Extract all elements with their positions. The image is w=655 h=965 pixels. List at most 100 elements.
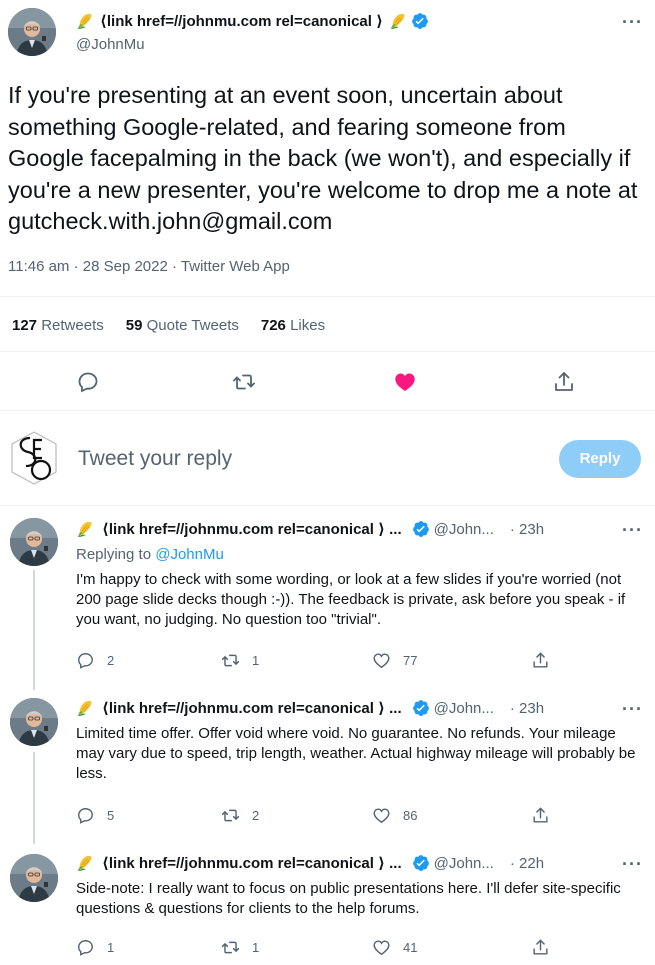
quotes-label: Quote Tweets [146, 317, 239, 334]
author-avatar[interactable] [10, 518, 58, 566]
reply-action-bar: 1 1 41 [76, 938, 556, 958]
author-name-row[interactable]: ⟨link href=//johnmu.com rel=canonical ⟩ … [76, 699, 544, 717]
more-icon[interactable]: ··· [622, 855, 642, 878]
author-display-name[interactable]: ⟨link href=//johnmu.com rel=canonical ⟩ … [102, 520, 402, 538]
share-icon [531, 651, 550, 670]
replying-prefix: Replying to [76, 546, 152, 563]
reply-icon[interactable] [76, 370, 100, 394]
tweet-time[interactable]: · 23h [510, 521, 544, 538]
tweet-action-bar [0, 370, 655, 394]
share-icon [531, 806, 550, 825]
more-icon[interactable]: ··· [622, 700, 642, 723]
retweets-count: 127 [12, 317, 38, 334]
author-handle[interactable]: @John... [434, 521, 494, 538]
retweet-icon [221, 938, 240, 957]
divider [0, 296, 655, 297]
like-icon [372, 806, 391, 825]
retweet-count: 1 [252, 653, 260, 668]
tweet-text: If you're presenting at an event soon, u… [8, 82, 638, 234]
quotes-stat[interactable]: 59 Quote Tweets [126, 317, 239, 334]
replying-handle-link[interactable]: @JohnMu [155, 546, 224, 563]
reply-count: 2 [107, 653, 115, 668]
reply-action-bar: 5 2 86 [76, 806, 556, 826]
verified-badge-icon [412, 699, 430, 717]
author-handle[interactable]: @John... [434, 855, 494, 872]
verified-badge-icon [412, 854, 430, 872]
author-avatar[interactable] [10, 854, 58, 902]
like-count: 86 [403, 808, 418, 823]
author-display-name[interactable]: ⟨link href=//johnmu.com rel=canonical ⟩ … [102, 699, 402, 717]
share-action[interactable] [531, 938, 562, 957]
likes-label: Likes [290, 317, 326, 334]
reply-action[interactable]: 2 [76, 651, 114, 670]
retweet-icon [221, 651, 240, 670]
reply-icon [76, 651, 95, 670]
reply-text: I'm happy to check with some wording, or… [76, 571, 626, 628]
author-display-name[interactable]: ⟨link href=//johnmu.com rel=canonical ⟩ … [102, 854, 402, 872]
author-name-row[interactable]: ⟨link href=//johnmu.com rel=canonical ⟩ [76, 12, 429, 30]
retweet-count: 2 [252, 808, 260, 823]
retweet-icon[interactable] [232, 370, 256, 394]
reply-action[interactable]: 1 [76, 938, 114, 957]
corn-emoji-icon [389, 12, 407, 30]
share-icon [531, 938, 550, 957]
share-action[interactable] [531, 806, 562, 825]
tweet-stats: 127 Retweets 59 Quote Tweets 726 Likes [12, 317, 347, 334]
like-icon [372, 938, 391, 957]
corn-emoji-icon [76, 854, 94, 872]
like-icon[interactable] [393, 370, 417, 394]
reply-input[interactable]: Tweet your reply [78, 447, 232, 471]
tweet-time[interactable]: · 23h [510, 700, 544, 717]
reply-icon [76, 806, 95, 825]
like-count: 77 [403, 653, 418, 668]
quotes-count: 59 [125, 317, 143, 334]
author-avatar[interactable] [8, 8, 56, 56]
retweet-icon [221, 806, 240, 825]
reply-count: 1 [107, 940, 115, 955]
reply-action[interactable]: 5 [76, 806, 114, 825]
corn-emoji-icon [76, 12, 94, 30]
like-action[interactable]: 77 [372, 651, 417, 670]
author-name-row[interactable]: ⟨link href=//johnmu.com rel=canonical ⟩ … [76, 854, 544, 872]
corn-emoji-icon [76, 520, 94, 538]
author-display-name[interactable]: ⟨link href=//johnmu.com rel=canonical ⟩ [100, 12, 383, 30]
author-avatar[interactable] [10, 698, 58, 746]
retweet-count: 1 [252, 940, 260, 955]
reply-icon [76, 938, 95, 957]
reply-text: Limited time offer. Offer void where voi… [76, 725, 636, 782]
corn-emoji-icon [76, 699, 94, 717]
author-name-row[interactable]: ⟨link href=//johnmu.com rel=canonical ⟩ … [76, 520, 544, 538]
retweet-action[interactable]: 1 [221, 651, 259, 670]
share-icon[interactable] [552, 370, 576, 394]
tweet-meta[interactable]: 11:46 am · 28 Sep 2022 · Twitter Web App [8, 258, 290, 275]
author-handle[interactable]: @John... [434, 700, 494, 717]
retweets-label: Retweets [41, 317, 104, 334]
more-icon[interactable]: ··· [622, 13, 642, 36]
like-action[interactable]: 86 [372, 806, 417, 825]
retweet-action[interactable]: 2 [221, 806, 259, 825]
likes-count: 726 [260, 317, 286, 334]
author-handle[interactable]: @JohnMu [76, 36, 145, 53]
thread-line [33, 752, 35, 844]
like-count: 41 [403, 940, 418, 955]
reply-action-bar: 2 1 77 [76, 651, 556, 671]
retweet-action[interactable]: 1 [221, 938, 259, 957]
likes-stat[interactable]: 726 Likes [261, 317, 325, 334]
divider [0, 351, 655, 352]
retweets-stat[interactable]: 127 Retweets [12, 317, 104, 334]
thread-line [33, 570, 35, 690]
reply-composer: Tweet your reply [0, 420, 655, 500]
tweet-time[interactable]: · 22h [510, 855, 544, 872]
like-icon [372, 651, 391, 670]
divider [0, 410, 655, 411]
reply-text: Side-note: I really want to focus on pub… [76, 880, 621, 917]
divider [0, 505, 655, 506]
verified-badge-icon [411, 12, 429, 30]
like-action[interactable]: 41 [372, 938, 417, 957]
more-icon[interactable]: ··· [622, 521, 642, 544]
replying-to: Replying to @JohnMu [76, 546, 224, 563]
seo-logo-icon [11, 431, 57, 485]
reply-button[interactable]: Reply [559, 440, 641, 478]
share-action[interactable] [531, 651, 562, 670]
reply-count: 5 [107, 808, 115, 823]
